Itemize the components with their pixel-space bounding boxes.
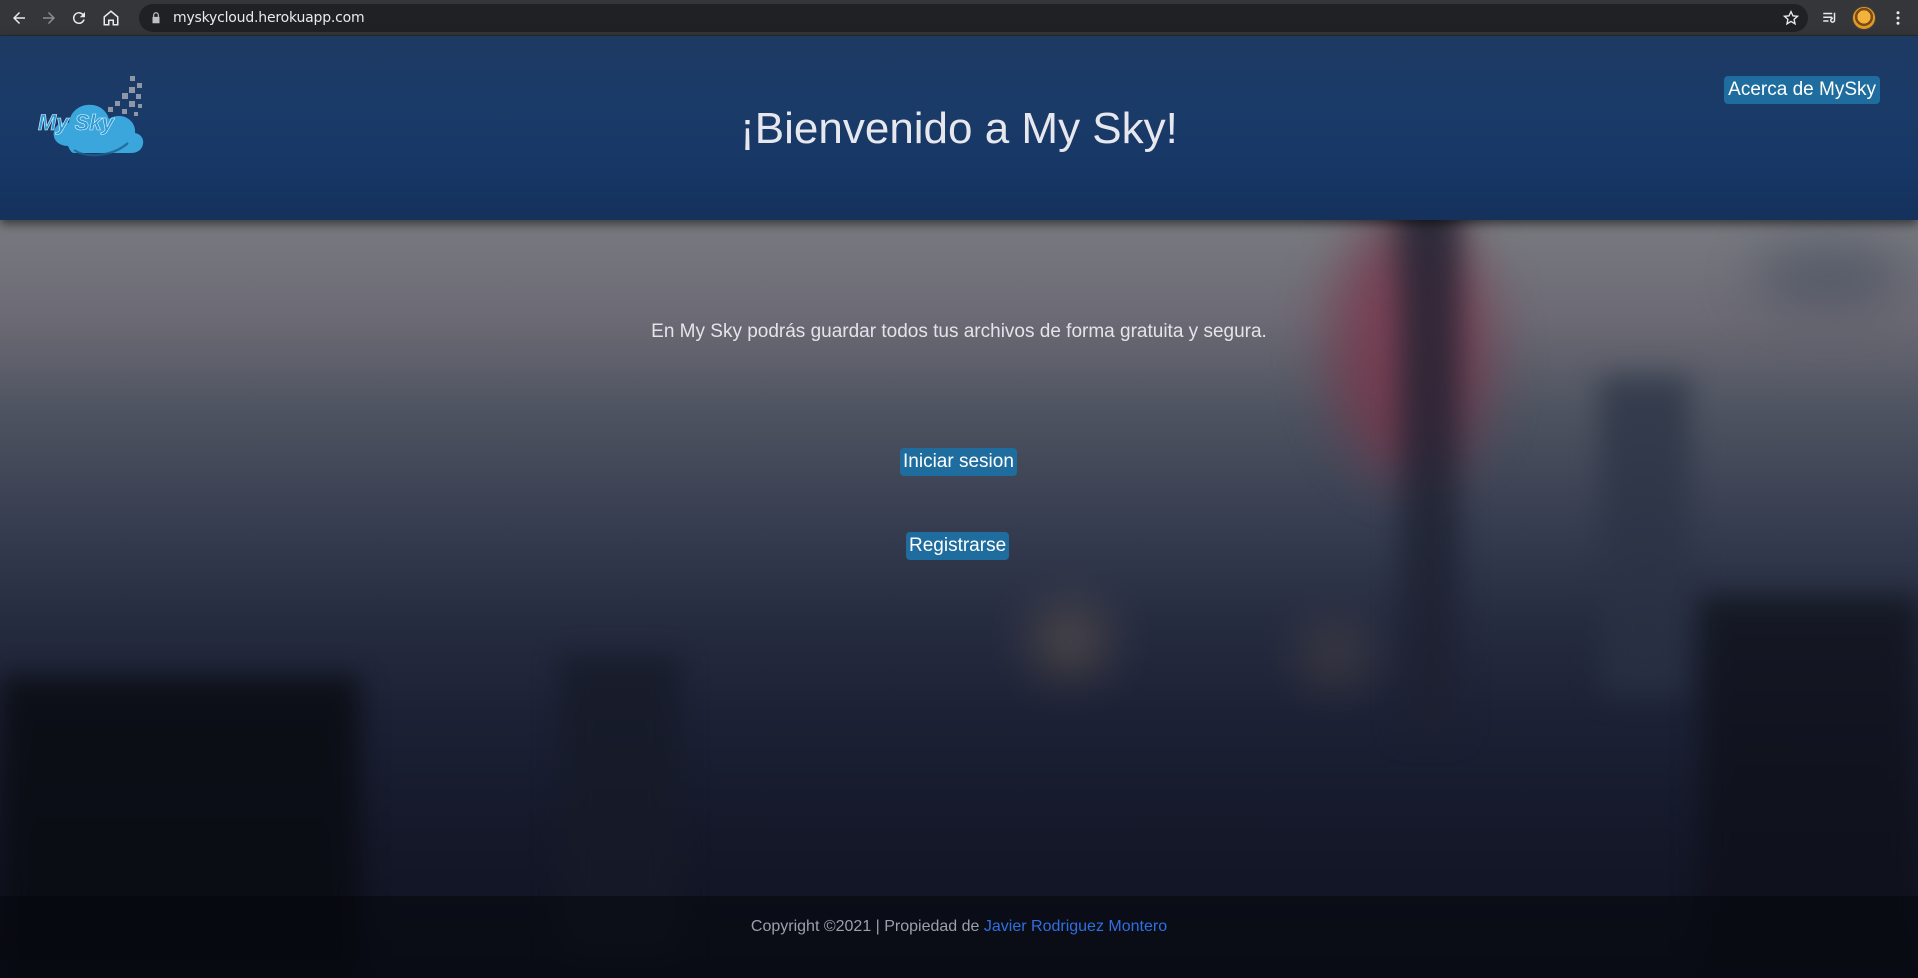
- page: myskycloud.herokuapp.com My Sky ¡Bienven…: [0, 0, 1918, 978]
- profile-avatar[interactable]: [1850, 4, 1878, 32]
- back-icon[interactable]: [6, 5, 32, 31]
- login-button[interactable]: Iniciar sesion: [900, 448, 1017, 476]
- media-queue-icon[interactable]: [1816, 4, 1844, 32]
- home-icon[interactable]: [98, 5, 124, 31]
- address-bar[interactable]: myskycloud.herokuapp.com: [139, 4, 1808, 32]
- site-footer: Copyright ©2021 | Propiedad de Javier Ro…: [0, 896, 1918, 978]
- page-title: ¡Bienvenido a My Sky!: [740, 104, 1178, 153]
- reload-icon[interactable]: [66, 5, 92, 31]
- lock-icon: [152, 12, 160, 24]
- address-url: myskycloud.herokuapp.com: [173, 10, 365, 26]
- footer-copyright: Copyright ©2021 | Propiedad de Javier Ro…: [0, 918, 1918, 936]
- browser-toolbar: myskycloud.herokuapp.com: [0, 0, 1918, 36]
- avatar: [1852, 6, 1876, 30]
- tagline: En My Sky podrás guardar todos tus archi…: [651, 321, 1267, 342]
- bookmark-star-icon[interactable]: [1782, 9, 1800, 27]
- forward-icon[interactable]: [36, 5, 62, 31]
- author-link[interactable]: Javier Rodriguez Montero: [984, 918, 1167, 935]
- site-header: My Sky ¡Bienvenido a My Sky! Acerca de M…: [0, 36, 1918, 220]
- about-button[interactable]: Acerca de MySky: [1724, 76, 1880, 104]
- register-button[interactable]: Registrarse: [906, 532, 1010, 560]
- toolbar-actions: [1816, 0, 1918, 36]
- menu-dots-icon[interactable]: [1884, 4, 1912, 32]
- copyright-text: Copyright ©2021 | Propiedad de: [750, 918, 984, 935]
